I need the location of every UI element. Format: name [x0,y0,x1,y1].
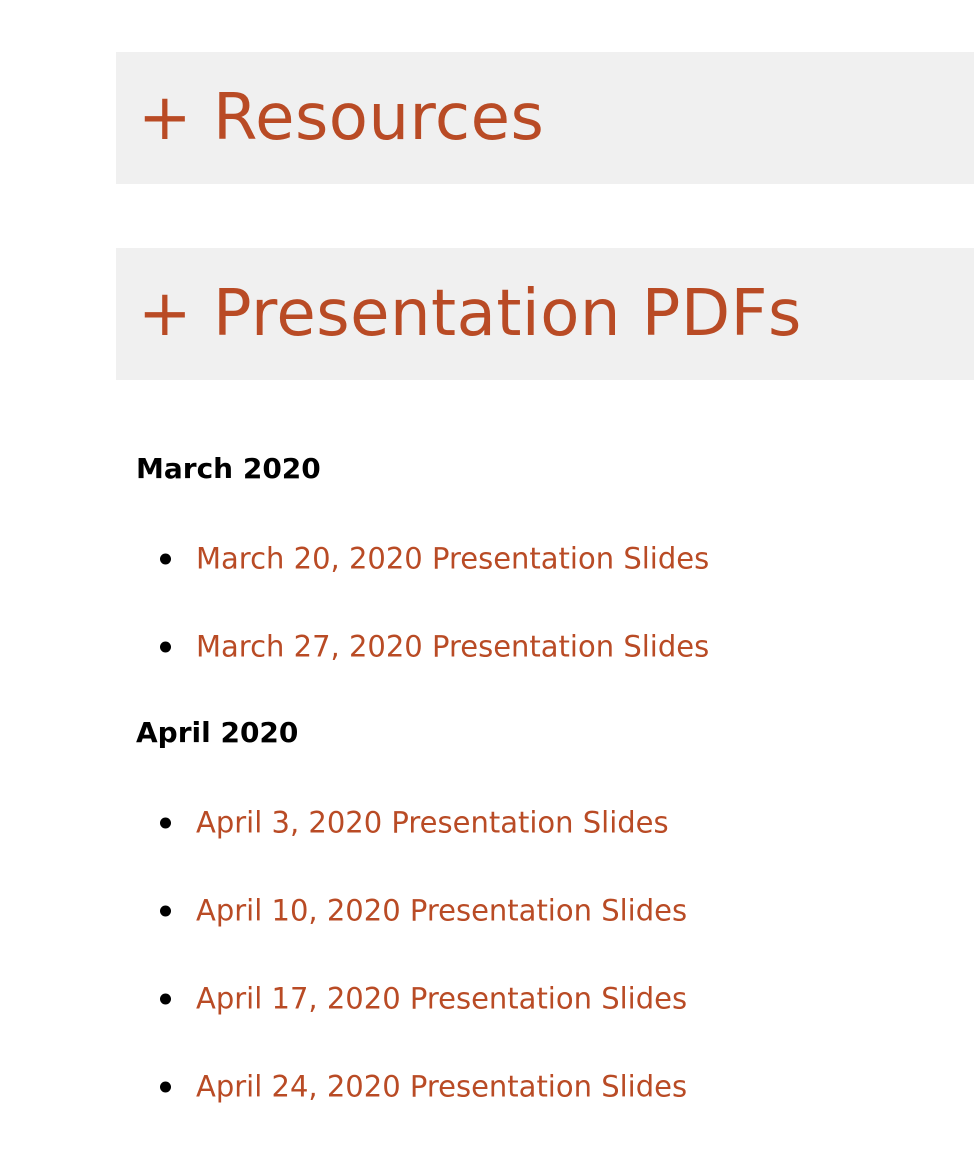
presentation-link[interactable]: April 17, 2020 Presentation Slides [196,984,687,1014]
bullet-icon [160,993,171,1005]
list-item: March 27, 2020 Presentation Slides [0,627,900,667]
list-item: April 17, 2020 Presentation Slides [0,979,900,1019]
bullet-icon [160,1081,171,1093]
list-item: March 20, 2020 Presentation Slides [0,539,900,579]
month-heading-april: April 2020 [136,716,299,749]
presentation-link[interactable]: April 3, 2020 Presentation Slides [196,808,669,838]
presentation-link[interactable]: April 24, 2020 Presentation Slides [196,1072,687,1102]
presentation-link[interactable]: March 20, 2020 Presentation Slides [196,544,709,574]
list-item: April 3, 2020 Presentation Slides [0,803,900,843]
list-item: April 10, 2020 Presentation Slides [0,891,900,931]
accordion-resources-header[interactable]: + Resources [116,52,974,184]
bullet-icon [160,905,171,917]
list-item: April 24, 2020 Presentation Slides [0,1067,900,1107]
accordion-presentation-pdfs-header[interactable]: + Presentation PDFs [116,248,974,380]
bullet-icon [160,817,171,829]
bullet-icon [160,553,171,565]
accordion-resources-title: + Resources [138,81,545,155]
page: + Resources + Presentation PDFs March 20… [0,0,974,1154]
presentation-link[interactable]: April 10, 2020 Presentation Slides [196,896,687,926]
month-heading-march: March 2020 [136,452,321,485]
accordion-presentation-pdfs-title: + Presentation PDFs [138,277,802,351]
presentation-link[interactable]: March 27, 2020 Presentation Slides [196,632,709,662]
bullet-icon [160,641,171,653]
